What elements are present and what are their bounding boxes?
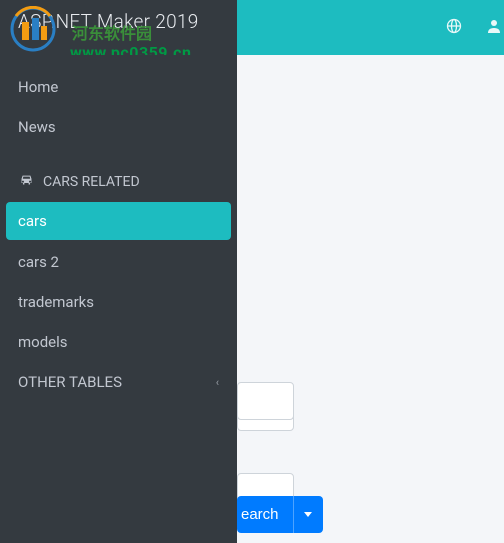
nav-item-trademarks[interactable]: trademarks xyxy=(0,282,237,322)
watermark-url: www.pc0359.cn xyxy=(70,43,191,55)
nav-item-other-tables[interactable]: OTHER TABLES ‹ xyxy=(0,362,237,402)
brand: ASP.NET Maker 2019 河东软件园 www.pc0359.cn xyxy=(0,0,237,55)
nav-item-label: OTHER TABLES xyxy=(18,373,122,391)
nav-item-news[interactable]: News xyxy=(0,107,237,147)
form-input-2[interactable] xyxy=(237,382,294,420)
nav-section-cars-related: CARS RELATED xyxy=(0,157,237,200)
caret-down-icon xyxy=(304,512,312,517)
sidebar: ASP.NET Maker 2019 河东软件园 www.pc0359.cn H… xyxy=(0,0,237,543)
search-button-group: earch xyxy=(237,496,323,533)
chevron-left-icon: ‹ xyxy=(216,376,219,389)
nav: Home News CARS RELATED cars cars 2 trade… xyxy=(0,55,237,402)
nav-item-cars[interactable]: cars xyxy=(6,202,231,240)
nav-item-home[interactable]: Home xyxy=(0,67,237,107)
nav-item-cars2[interactable]: cars 2 xyxy=(0,242,237,282)
watermark-text: 河东软件园 xyxy=(70,20,152,44)
topbar-right xyxy=(434,0,504,55)
search-dropdown-button[interactable] xyxy=(293,496,323,533)
globe-icon[interactable] xyxy=(434,18,474,38)
car-icon xyxy=(18,171,35,192)
main-content xyxy=(237,55,504,543)
user-icon[interactable] xyxy=(474,18,504,38)
search-button[interactable]: earch xyxy=(237,496,293,533)
nav-section-label: CARS RELATED xyxy=(43,174,140,190)
nav-item-models[interactable]: models xyxy=(0,322,237,362)
